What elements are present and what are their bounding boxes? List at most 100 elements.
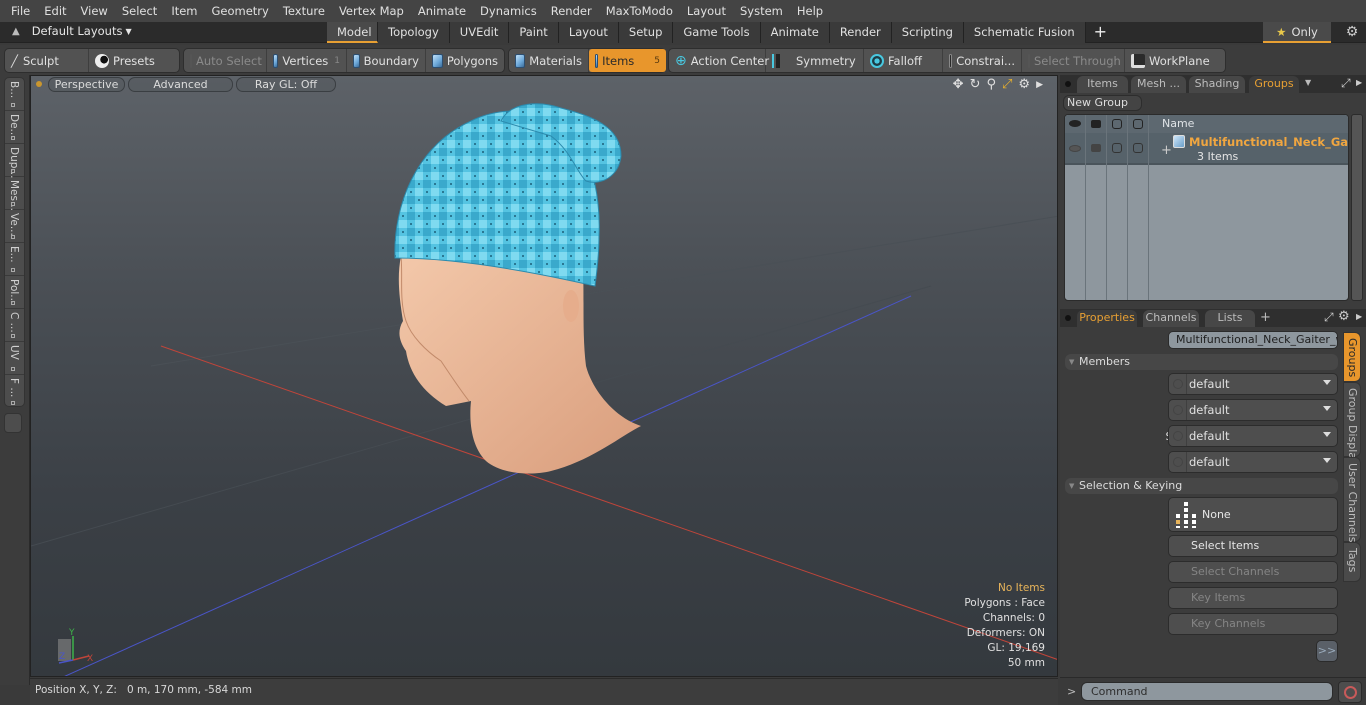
group-name-field[interactable]: Multifunctional_Neck_Gaiter_wea <box>1168 331 1338 349</box>
view-mode-button[interactable]: Perspective <box>48 77 125 92</box>
add-properties-tab-button[interactable]: + <box>1260 310 1271 325</box>
materials-button[interactable]: Materials <box>509 49 589 72</box>
side-tab-tags[interactable]: Tags <box>1343 542 1361 582</box>
expand-group-icon[interactable]: + <box>1161 143 1172 158</box>
properties-gear-icon[interactable]: ⚙ <box>1338 309 1350 324</box>
tab-model[interactable]: Model <box>327 22 378 43</box>
expand-panel-icon[interactable]: ⤢ <box>1341 76 1351 91</box>
polygons-button[interactable]: Polygons <box>426 49 504 72</box>
left-tab-curve[interactable]: C ... <box>5 309 24 342</box>
3d-viewport[interactable]: Y X Z Perspective Advanced Ray GL: Off ✥… <box>30 75 1058 677</box>
viewport-menu-dot[interactable] <box>36 81 42 87</box>
falloff-button[interactable]: Falloff <box>864 49 943 72</box>
tab-topology[interactable]: Topology <box>378 22 450 43</box>
side-tab-group-display[interactable]: Group Display <box>1343 382 1361 466</box>
members-section[interactable]: Members <box>1065 354 1338 370</box>
select-through-button[interactable]: Select Through <box>1022 49 1125 72</box>
properties-arrow-icon[interactable]: ▶ <box>1356 312 1362 321</box>
tab-mesh[interactable]: Mesh ... <box>1131 76 1186 93</box>
side-tab-user-channels[interactable]: User Channels <box>1343 457 1361 542</box>
items-button[interactable]: Items 5 <box>589 49 666 72</box>
tab-setup[interactable]: Setup <box>618 22 674 43</box>
tab-shading[interactable]: Shading <box>1189 76 1245 93</box>
left-tab-mesh-edit[interactable]: Mes... <box>5 177 24 211</box>
groups-list-scrollbar[interactable] <box>1351 114 1363 301</box>
tab-properties[interactable]: Properties <box>1077 310 1137 327</box>
menu-dynamics[interactable]: Dynamics <box>473 4 544 18</box>
action-center-button[interactable]: ⊕ Action Center <box>669 49 769 72</box>
move-view-icon[interactable]: ✥ <box>953 77 964 93</box>
auto-select-button[interactable]: Auto Select <box>184 49 267 72</box>
tab-groups[interactable]: Groups <box>1249 76 1299 93</box>
tab-uvedit[interactable]: UVEdit <box>449 22 510 43</box>
rotate-view-icon[interactable]: ↻ <box>970 77 981 93</box>
visible-dropdown[interactable]: default <box>1168 373 1338 395</box>
menu-select[interactable]: Select <box>115 4 164 18</box>
none-selector-button[interactable]: None <box>1168 497 1338 532</box>
expand-arrow-icon[interactable]: ▶ <box>1036 77 1043 93</box>
tab-schematic-fusion[interactable]: Schematic Fusion <box>963 22 1086 43</box>
menu-help[interactable]: Help <box>790 4 830 18</box>
constraints-button[interactable]: Constrai... <box>943 49 1022 72</box>
tab-channels[interactable]: Channels <box>1143 310 1199 327</box>
tab-paint[interactable]: Paint <box>509 22 559 43</box>
raygl-button[interactable]: Ray GL: Off <box>236 77 336 92</box>
left-tab-basic[interactable]: B... <box>5 78 24 111</box>
tab-items[interactable]: Items <box>1077 76 1128 93</box>
workplane-button[interactable]: WorkPlane <box>1125 49 1225 72</box>
key-channels-button[interactable]: Key Channels <box>1168 613 1338 635</box>
layout-selector[interactable]: ▲ Default Layouts ▼ <box>12 24 132 38</box>
left-tab-vertex[interactable]: Ve... <box>5 210 24 243</box>
tab-lists[interactable]: Lists <box>1205 310 1255 327</box>
left-tab-uv[interactable]: UV <box>5 342 24 375</box>
group-lock-toggle[interactable] <box>1133 143 1143 153</box>
group-row[interactable]: + Multifunctional_Neck_Gai... 3 Items <box>1065 133 1348 165</box>
collapse-up-icon[interactable]: ▲ <box>12 26 20 37</box>
new-group-button[interactable]: New Group <box>1063 95 1142 111</box>
maximize-icon[interactable]: ⤢ <box>1002 77 1012 93</box>
expand-properties-icon[interactable]: ⤢ <box>1324 310 1334 325</box>
left-extra-tab[interactable] <box>4 413 22 433</box>
menu-edit[interactable]: Edit <box>37 4 73 18</box>
group-selectable-toggle[interactable] <box>1112 143 1122 153</box>
zoom-view-icon[interactable]: ⚲ <box>986 77 996 93</box>
selection-keying-section[interactable]: Selection & Keying <box>1065 478 1338 494</box>
panel-arrow-icon[interactable]: ▶ <box>1356 78 1362 87</box>
left-tab-polygon[interactable]: Pol... <box>5 276 24 309</box>
left-tab-duplicate[interactable]: Dup... <box>5 144 24 178</box>
menu-view[interactable]: View <box>74 4 115 18</box>
presets-button[interactable]: Presets <box>89 49 179 72</box>
tab-animate[interactable]: Animate <box>760 22 830 43</box>
select-items-button[interactable]: Select Items <box>1168 535 1338 557</box>
menu-item[interactable]: Item <box>164 4 204 18</box>
menu-vertex-map[interactable]: Vertex Map <box>332 4 411 18</box>
menu-layout[interactable]: Layout <box>680 4 733 18</box>
menu-texture[interactable]: Texture <box>276 4 332 18</box>
viewport-settings-icon[interactable]: ⚙ <box>1018 77 1030 93</box>
add-tab-button[interactable]: + <box>1086 22 1115 43</box>
tab-layout[interactable]: Layout <box>558 22 619 43</box>
menu-maxtomodo[interactable]: MaxToModo <box>599 4 680 18</box>
menu-file[interactable]: File <box>4 4 37 18</box>
group-visibility-toggle[interactable] <box>1069 145 1081 152</box>
left-tab-edge[interactable]: E... <box>5 243 24 276</box>
select-channels-button[interactable]: Select Channels <box>1168 561 1338 583</box>
more-button[interactable]: >> <box>1316 640 1338 662</box>
tab-render[interactable]: Render <box>829 22 892 43</box>
side-tab-groups[interactable]: Groups <box>1343 332 1361 382</box>
sculpt-button[interactable]: ╱ Sculpt <box>5 49 89 72</box>
left-tab-deform[interactable]: De... <box>5 111 24 144</box>
locked-dropdown[interactable]: default <box>1168 451 1338 473</box>
only-toggle[interactable]: ★ Only <box>1263 22 1331 43</box>
gear-icon[interactable]: ⚙ <box>1338 22 1366 43</box>
menu-geometry[interactable]: Geometry <box>205 4 276 18</box>
vertices-button[interactable]: Vertices 1 <box>267 49 347 72</box>
menu-system[interactable]: System <box>733 4 790 18</box>
panel-menu-dot[interactable] <box>1065 81 1071 87</box>
boundary-button[interactable]: Boundary <box>347 49 426 72</box>
command-input[interactable]: Command <box>1081 682 1333 701</box>
group-render-toggle[interactable] <box>1091 144 1101 152</box>
tab-scripting[interactable]: Scripting <box>891 22 964 43</box>
menu-animate[interactable]: Animate <box>411 4 473 18</box>
symmetry-button[interactable]: Symmetry <box>766 49 864 72</box>
